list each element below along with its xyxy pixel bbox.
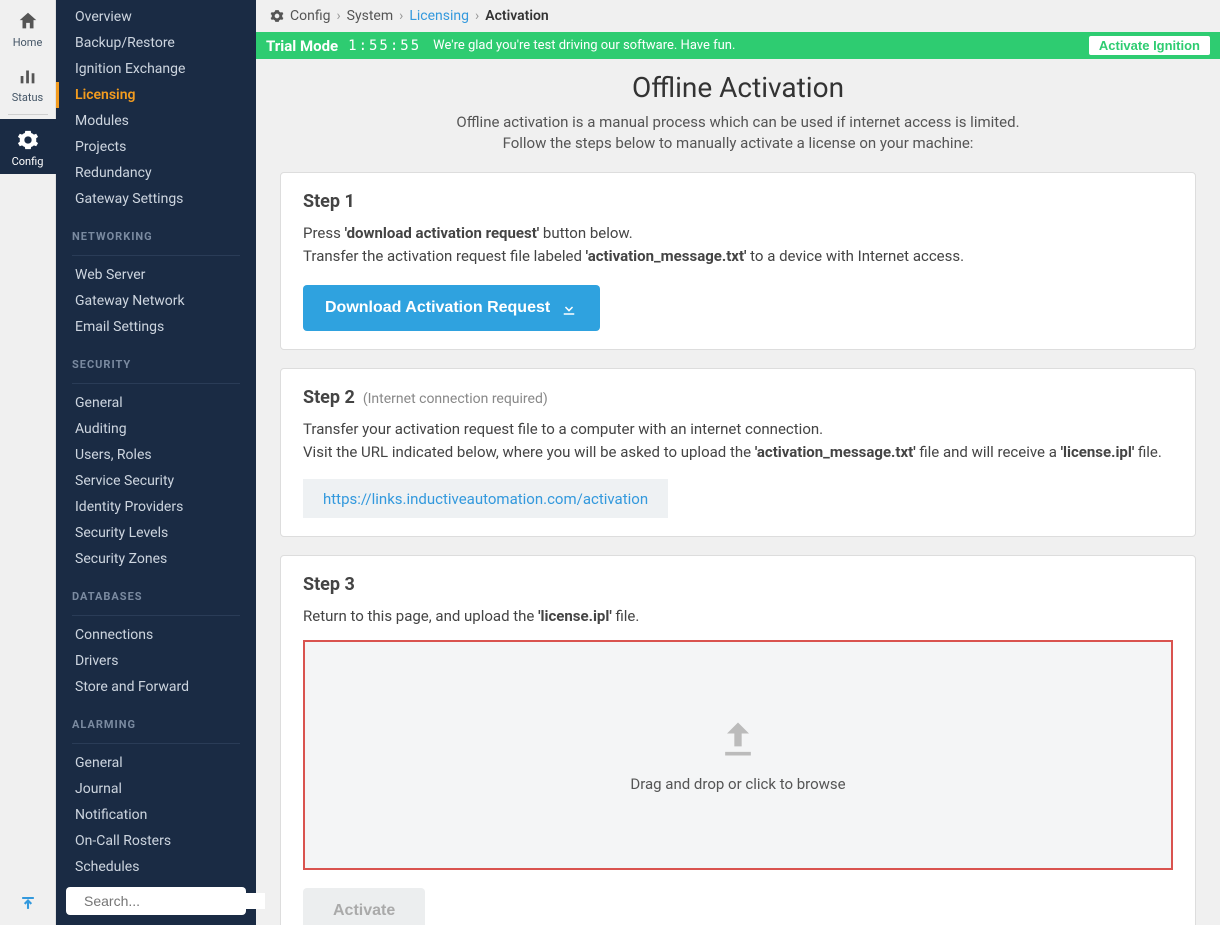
chevron-right-icon: › (399, 8, 403, 24)
sidebar-divider (72, 743, 240, 744)
sidebar-item-licensing[interactable]: Licensing (56, 82, 256, 108)
sidebar-item-security-levels[interactable]: Security Levels (56, 520, 256, 546)
rail-status[interactable]: Status (0, 55, 56, 110)
sidebar-item-modules[interactable]: Modules (56, 108, 256, 134)
activation-url-link[interactable]: https://links.inductiveautomation.com/ac… (323, 490, 648, 508)
step3-title: Step 3 (303, 574, 1173, 595)
sidebar-item-projects[interactable]: Projects (56, 134, 256, 160)
activate-button[interactable]: Activate (303, 888, 425, 925)
sidebar-item-users-roles[interactable]: Users, Roles (56, 442, 256, 468)
sidebar-item-store-and-forward[interactable]: Store and Forward (56, 674, 256, 700)
rail-separator (8, 114, 48, 115)
license-dropzone[interactable]: Drag and drop or click to browse (303, 640, 1173, 870)
gear-icon (17, 129, 39, 151)
step1-body: Press 'download activation request' butt… (303, 222, 1173, 267)
step2-body: Transfer your activation request file to… (303, 418, 1173, 463)
step2-title: Step 2(Internet connection required) (303, 387, 1173, 408)
sidebar-header-security: SECURITY (56, 340, 256, 377)
breadcrumb-system[interactable]: System (347, 8, 393, 24)
sidebar-divider (72, 615, 240, 616)
rail-collapse-button[interactable] (0, 893, 56, 913)
breadcrumb: Config › System › Licensing › Activation (256, 0, 1220, 32)
step2-card: Step 2(Internet connection required) Tra… (280, 368, 1196, 537)
sidebar-item-journal[interactable]: Journal (56, 776, 256, 802)
content-area[interactable]: Offline Activation Offline activation is… (256, 59, 1220, 925)
home-icon (17, 10, 39, 32)
download-activation-request-button[interactable]: Download Activation Request (303, 285, 600, 331)
sidebar-item-connections[interactable]: Connections (56, 622, 256, 648)
sidebar-item-security-zones[interactable]: Security Zones (56, 546, 256, 572)
search-box[interactable] (66, 887, 246, 915)
sidebar-item-email-settings[interactable]: Email Settings (56, 314, 256, 340)
sidebar-item-drivers[interactable]: Drivers (56, 648, 256, 674)
dropzone-text: Drag and drop or click to browse (630, 775, 845, 793)
rail-home-label: Home (13, 36, 43, 49)
trial-mode-label: Trial Mode (266, 37, 338, 55)
search-input[interactable] (84, 893, 265, 909)
breadcrumb-current: Activation (485, 8, 549, 24)
sidebar: Overview Backup/Restore Ignition Exchang… (56, 0, 256, 925)
sidebar-item-auditing[interactable]: Auditing (56, 416, 256, 442)
gear-icon (270, 9, 284, 23)
chevron-right-icon: › (336, 8, 340, 24)
step1-title: Step 1 (303, 191, 1173, 212)
collapse-icon (18, 893, 38, 913)
sidebar-item-backup-restore[interactable]: Backup/Restore (56, 30, 256, 56)
rail-home[interactable]: Home (0, 0, 56, 55)
step1-card: Step 1 Press 'download activation reques… (280, 172, 1196, 350)
trial-timer: 1:55:55 (348, 38, 421, 54)
page-title: Offline Activation (280, 71, 1196, 104)
sidebar-header-networking: NETWORKING (56, 212, 256, 249)
chart-icon (17, 65, 39, 87)
sidebar-header-alarming: ALARMING (56, 700, 256, 737)
step2-hint: (Internet connection required) (363, 391, 548, 407)
sidebar-item-gateway-settings[interactable]: Gateway Settings (56, 186, 256, 212)
sidebar-item-web-server[interactable]: Web Server (56, 262, 256, 288)
breadcrumb-licensing[interactable]: Licensing (409, 8, 469, 24)
page-subtitle: Offline activation is a manual process w… (280, 112, 1196, 154)
step3-card: Step 3 Return to this page, and upload t… (280, 555, 1196, 925)
download-icon (560, 299, 578, 317)
sidebar-item-general[interactable]: General (56, 390, 256, 416)
rail-config[interactable]: Config (0, 119, 56, 174)
sidebar-scroll[interactable]: Overview Backup/Restore Ignition Exchang… (56, 0, 256, 925)
sidebar-item-on-call-rosters[interactable]: On-Call Rosters (56, 828, 256, 854)
main-area: Config › System › Licensing › Activation… (256, 0, 1220, 925)
rail-status-label: Status (12, 91, 43, 104)
sidebar-item-ignition-exchange[interactable]: Ignition Exchange (56, 56, 256, 82)
sidebar-item-identity-providers[interactable]: Identity Providers (56, 494, 256, 520)
trial-bar: Trial Mode 1:55:55 We're glad you're tes… (256, 32, 1220, 59)
rail-config-label: Config (12, 155, 44, 168)
sidebar-item-redundancy[interactable]: Redundancy (56, 160, 256, 186)
activation-url-box: https://links.inductiveautomation.com/ac… (303, 479, 668, 518)
sidebar-header-databases: DATABASES (56, 572, 256, 609)
sidebar-item-alarming-general[interactable]: General (56, 750, 256, 776)
step3-body: Return to this page, and upload the 'lic… (303, 605, 1173, 628)
sidebar-divider (72, 255, 240, 256)
activate-ignition-button[interactable]: Activate Ignition (1089, 36, 1210, 55)
upload-icon (716, 717, 760, 761)
sidebar-divider (72, 383, 240, 384)
trial-message: We're glad you're test driving our softw… (433, 38, 1089, 53)
sidebar-item-overview[interactable]: Overview (56, 4, 256, 30)
breadcrumb-root[interactable]: Config (290, 8, 330, 24)
left-rail: Home Status Config (0, 0, 56, 925)
sidebar-item-service-security[interactable]: Service Security (56, 468, 256, 494)
sidebar-item-gateway-network[interactable]: Gateway Network (56, 288, 256, 314)
sidebar-item-notification[interactable]: Notification (56, 802, 256, 828)
chevron-right-icon: › (475, 8, 479, 24)
